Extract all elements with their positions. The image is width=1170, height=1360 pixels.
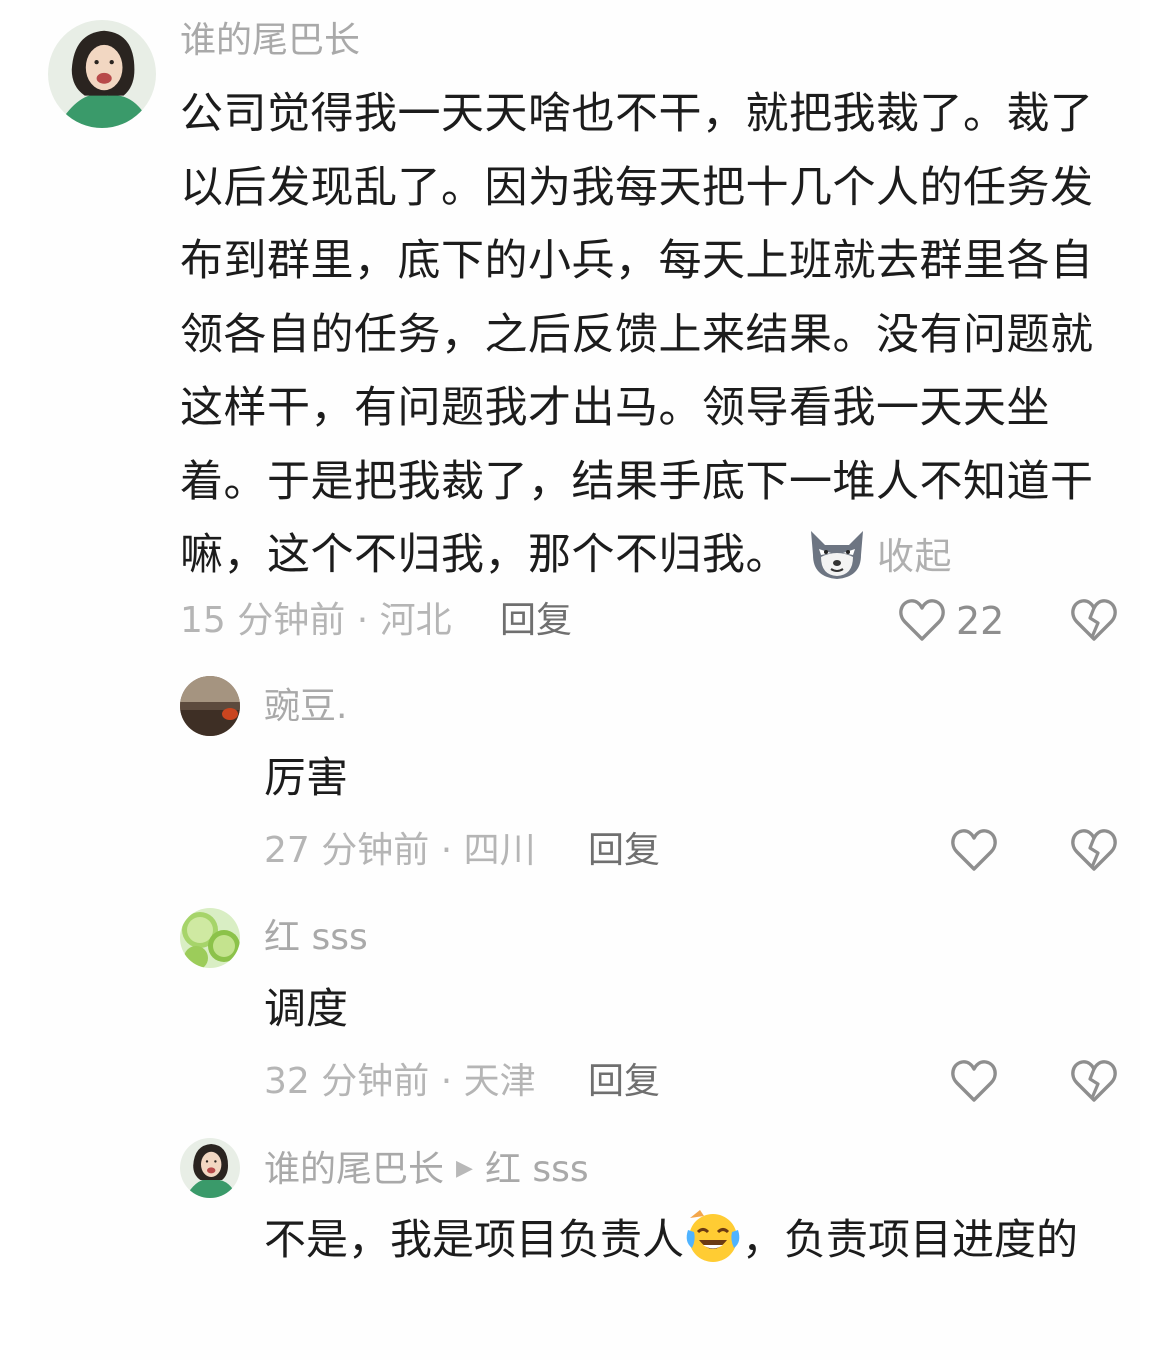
like-count: 22 [956, 599, 1005, 643]
avatar-photo [48, 20, 156, 128]
reply-text-part: ，负责项目进度的 [742, 1215, 1079, 1264]
author-avatar[interactable] [48, 20, 156, 128]
caret-right-icon: ▶ [456, 1156, 473, 1181]
comment-text-content: 公司觉得我一天天啥也不干，就把我裁了。裁了以后发现乱了。因为我每天把十几个人的任… [180, 89, 1094, 580]
reply-target-name[interactable]: 红 sss [485, 1149, 589, 1190]
broken-heart-icon [1071, 599, 1117, 641]
dislike-button[interactable] [1070, 827, 1118, 873]
author-name[interactable]: 谁的尾巴长 [180, 20, 360, 62]
like-button[interactable] [950, 827, 998, 873]
reply-text: 不是，我是项目负责人 ，负责项目进度的 [264, 1204, 1114, 1286]
comment-meta: 15 分钟前 · 河北 [180, 600, 452, 641]
reply-text: 调度 [264, 984, 349, 1033]
like-button[interactable] [898, 597, 946, 643]
avatar-photo [180, 908, 240, 968]
heart-outline-icon [951, 829, 997, 871]
collapse-link[interactable]: 收起 [877, 535, 952, 578]
comment-thread: 谁的尾巴长 公司觉得我一天天啥也不干，就把我裁了。裁了以后发现乱了。因为我每天把… [30, 0, 1140, 1360]
laughing-tears-emoji-icon [684, 1208, 742, 1286]
reply-meta: 32 分钟前 · 天津 [264, 1061, 536, 1102]
broken-heart-icon [1071, 1060, 1117, 1102]
reply-avatar[interactable] [180, 1138, 240, 1198]
reply-button[interactable]: 回复 [588, 830, 660, 872]
reply-author-name[interactable]: 豌豆. [264, 686, 347, 728]
wolf-head-emoji-icon [807, 525, 867, 605]
reply-text-part: 不是，我是项目负责人 [264, 1215, 685, 1264]
broken-heart-icon [1071, 829, 1117, 871]
reply-meta: 27 分钟前 · 四川 [264, 830, 536, 871]
reply-button[interactable]: 回复 [500, 600, 572, 642]
comment-text: 公司觉得我一天天啥也不干，就把我裁了。裁了以后发现乱了。因为我每天把十几个人的任… [180, 78, 1110, 605]
reply-author-name[interactable]: 谁的尾巴长 [264, 1149, 444, 1190]
reply-button[interactable]: 回复 [588, 1061, 660, 1103]
avatar-photo [180, 676, 240, 736]
reply-author-name[interactable]: 红 sss [264, 917, 368, 959]
heart-outline-icon [899, 599, 945, 641]
like-button[interactable] [950, 1058, 998, 1104]
avatar-photo [180, 1138, 240, 1198]
heart-outline-icon [951, 1060, 997, 1102]
reply-author-line: 谁的尾巴长 ▶ 红 sss [264, 1148, 589, 1191]
dislike-button[interactable] [1070, 1058, 1118, 1104]
reply-avatar[interactable] [180, 908, 240, 968]
dislike-button[interactable] [1070, 597, 1118, 643]
reply-text: 厉害 [264, 753, 349, 802]
reply-avatar[interactable] [180, 676, 240, 736]
